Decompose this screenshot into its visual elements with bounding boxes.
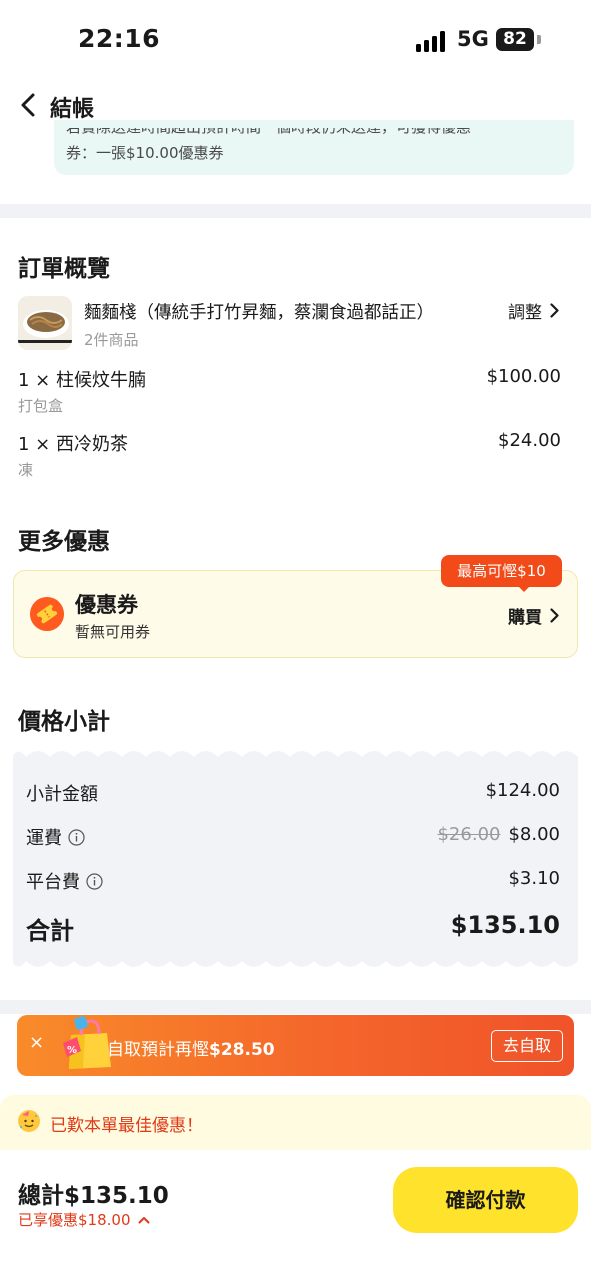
- delivery-guarantee-notice: 若實際送達時間超出預計時間一個時段仍未送達，可獲得優惠 券：一張$10.00優惠…: [54, 120, 574, 175]
- battery-icon: 82: [496, 28, 534, 51]
- best-deal-text: 已歎本單最佳優惠！: [50, 1116, 203, 1136]
- info-icon[interactable]: [68, 828, 85, 846]
- pickup-promo-amount: $28.50: [209, 1040, 275, 1060]
- chevron-right-icon: [550, 608, 559, 623]
- delivery-fee-original: $26.00: [437, 824, 501, 845]
- pickup-promo-banner[interactable]: × % 自取預計再慳$28.50 去自取: [17, 1015, 574, 1076]
- total-value: $135.10: [450, 911, 560, 939]
- best-deal-strip: 已歎本單最佳優惠！: [0, 1095, 591, 1150]
- coupon-title: 優惠券: [75, 593, 138, 617]
- savings-text: 已享優惠$18.00: [18, 1211, 131, 1229]
- battery-tip: [537, 35, 541, 44]
- store-thumbnail: [18, 296, 72, 350]
- platform-fee-label: 平台費: [26, 868, 103, 894]
- go-pickup-button[interactable]: 去自取: [491, 1030, 563, 1062]
- delivery-fee-value: $26.00 $8.00: [437, 824, 560, 845]
- more-offers-title: 更多優惠: [18, 529, 110, 555]
- store-name: 麵麵棧（傳統手打竹昇麵，蔡瀾食過都話正）: [84, 303, 434, 323]
- order-item-note: 打包盒: [18, 397, 64, 415]
- party-face-icon: [18, 1110, 40, 1132]
- chevron-right-icon: [550, 303, 559, 318]
- order-item-name: 1 × 柱候炆牛腩: [18, 370, 146, 391]
- order-summary-title: 訂單概覽: [18, 256, 110, 282]
- notice-line-2: 券：一張$10.00優惠券: [66, 144, 224, 162]
- order-item-note: 凍: [18, 461, 34, 479]
- signal-icon: [416, 30, 446, 52]
- delivery-fee-label: 運費: [26, 824, 85, 850]
- delivery-fee-discounted: $8.00: [508, 824, 560, 845]
- back-arrow-icon[interactable]: [18, 92, 40, 118]
- page-title: 結帳: [50, 97, 95, 122]
- badge-pointer: [518, 586, 530, 592]
- chevron-up-icon: [138, 1216, 149, 1223]
- scallop-edge-bottom: [13, 961, 578, 973]
- adjust-order-button[interactable]: 調整: [508, 298, 559, 323]
- store-item-count: 2件商品: [84, 331, 139, 349]
- platform-fee-value: $3.10: [508, 868, 560, 889]
- scallop-edge-top: [13, 745, 578, 757]
- checkout-bottom-bar: 總計$135.10 已享優惠$18.00 確認付款: [0, 1150, 591, 1280]
- close-icon[interactable]: ×: [29, 1032, 44, 1053]
- notice-line-1: 若實際送達時間超出預計時間一個時段仍未送達，可獲得優惠: [66, 128, 471, 138]
- total-label: 合計: [26, 917, 74, 945]
- buy-coupon-button[interactable]: 購買: [508, 603, 559, 628]
- status-bar: 22:16 5G 82: [0, 0, 591, 80]
- info-icon[interactable]: [86, 872, 103, 890]
- order-item-price: $100.00: [486, 366, 561, 387]
- subtotal-label: 小計金額: [26, 780, 98, 806]
- subtotal-value: $124.00: [485, 780, 560, 801]
- svg-text:%: %: [67, 1045, 77, 1056]
- pickup-promo-prefix: 自取預計再慳: [107, 1040, 209, 1060]
- platform-fee-label-text: 平台費: [26, 872, 80, 893]
- buy-label: 購買: [508, 608, 542, 628]
- grand-total: 總計$135.10: [18, 1183, 169, 1209]
- shopping-bag-icon: %: [63, 1016, 111, 1069]
- coupon-ticket-icon: [30, 597, 64, 631]
- adjust-label: 調整: [508, 303, 542, 323]
- order-item-name: 1 × 西冷奶茶: [18, 434, 128, 455]
- section-divider: [0, 1000, 591, 1014]
- section-divider: [0, 204, 591, 218]
- network-type: 5G: [457, 27, 489, 51]
- savings-toggle[interactable]: 已享優惠$18.00: [18, 1209, 150, 1230]
- max-savings-badge: 最高可慳$10: [441, 555, 562, 587]
- subtotal-label-text: 小計金額: [26, 784, 98, 805]
- pickup-promo-text: 自取預計再慳$28.50: [107, 1035, 275, 1060]
- price-summary-panel: 小計金額 $124.00 運費 $26.00 $8.00 平台費 $3.10 合計…: [13, 745, 578, 973]
- coupon-status: 暫無可用券: [75, 623, 151, 641]
- status-time: 22:16: [78, 24, 161, 53]
- price-summary-title: 價格小計: [18, 709, 110, 735]
- order-item-price: $24.00: [498, 430, 561, 451]
- confirm-payment-button[interactable]: 確認付款: [393, 1167, 578, 1233]
- delivery-fee-label-text: 運費: [26, 828, 62, 849]
